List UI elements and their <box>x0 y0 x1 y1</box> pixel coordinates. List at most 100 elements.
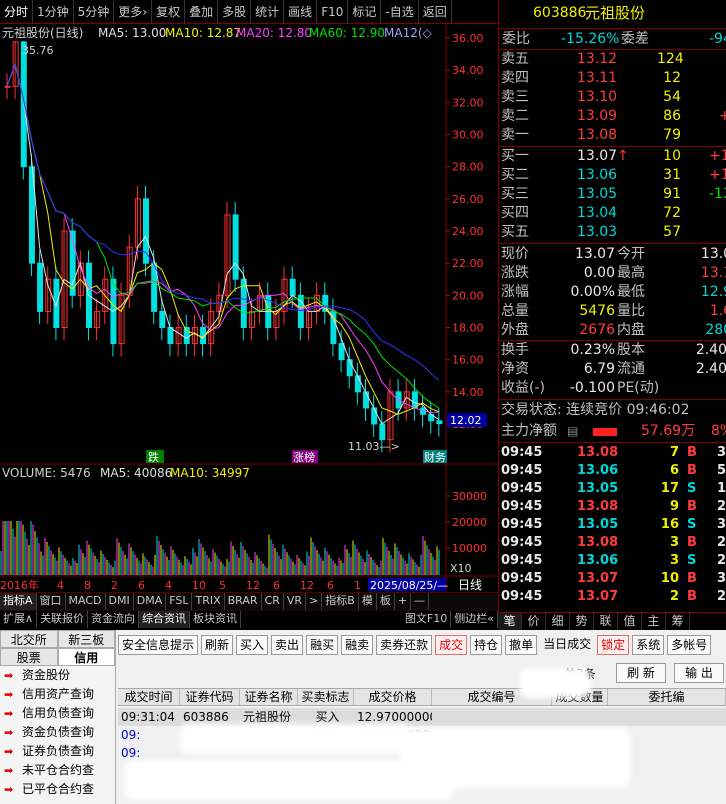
table-header-2[interactable]: 证券名称 <box>240 689 298 705</box>
indicator-tab-0[interactable]: 指标A <box>0 593 37 610</box>
nav-item-2[interactable]: ➡ 信用负债查询 <box>0 704 115 723</box>
quote-tab-4[interactable]: 联 <box>594 613 618 630</box>
stat-label: 最高 <box>617 265 645 281</box>
trade-button-8[interactable]: 持仓 <box>470 635 503 655</box>
toolbar-item-7[interactable]: 统计 <box>251 0 285 24</box>
info-tab-4[interactable]: 板块资讯 <box>190 611 242 628</box>
sell-volume: 124 <box>657 51 684 67</box>
tab-neeq[interactable]: 新三板 <box>57 630 115 648</box>
toolbar-item-2[interactable]: 5分钟 <box>74 0 115 24</box>
toolbar-item-8[interactable]: 画线 <box>284 0 318 24</box>
quote-tab-6[interactable]: 主 <box>642 613 666 630</box>
indicator-tab-12[interactable]: 模 <box>359 593 377 610</box>
news-badge-2[interactable]: 涨榜 <box>293 450 315 464</box>
indicator-tab-14[interactable]: + <box>395 593 412 610</box>
nav-item-label: 已平仓合约查 <box>22 782 95 796</box>
tab-bse[interactable]: 北交所 <box>0 630 58 648</box>
indicator-tab-11[interactable]: 指标B <box>322 593 359 610</box>
toolbar-item-9[interactable]: F10 <box>317 0 349 24</box>
trade-button-12[interactable]: 系统 <box>632 635 665 655</box>
indicator-tab-7[interactable]: BRAR <box>225 593 262 610</box>
table-header-0[interactable]: 成交时间 <box>118 689 180 705</box>
toolbar-item-4[interactable]: 复权 <box>152 0 186 24</box>
indicator-tab-15[interactable]: — <box>411 593 430 610</box>
indicator-tab-8[interactable]: CR <box>262 593 284 610</box>
refresh-list-button[interactable]: 刷 新 <box>616 663 666 683</box>
trade-button-2[interactable]: 买入 <box>236 635 269 655</box>
trade-button-0[interactable]: 安全信息提示 <box>118 635 199 655</box>
buy-label: 买四 <box>501 205 529 221</box>
table-header-3[interactable]: 买卖标志 <box>298 689 354 705</box>
tick-volume: 6 <box>669 463 679 478</box>
info-tab-2[interactable]: 资金流向 <box>88 611 140 628</box>
trade-button-3[interactable]: 卖出 <box>271 635 304 655</box>
indicator-tab-9[interactable]: VR <box>284 593 307 610</box>
trade-button-7[interactable]: 成交 <box>435 635 468 655</box>
indicator-tab-1[interactable]: 窗口 <box>37 593 66 610</box>
toolbar-item-5[interactable]: 叠加 <box>185 0 219 24</box>
trade-button-9[interactable]: 撤单 <box>505 635 538 655</box>
table-header-7[interactable]: 委托编 <box>608 689 726 705</box>
indicator-tab-5[interactable]: FSL <box>166 593 193 610</box>
trade-button-4[interactable]: 融买 <box>306 635 339 655</box>
tick-price: 13.07 <box>577 589 619 604</box>
quote-tab-3[interactable]: 势 <box>570 613 594 630</box>
toolbar-item-0[interactable]: 分时 <box>0 0 34 24</box>
trade-button-13[interactable]: 多帐号 <box>667 635 712 655</box>
info-tab-5[interactable]: 图文F10 <box>402 611 452 628</box>
news-badge-3[interactable]: 财务 <box>424 450 446 464</box>
tab-credit[interactable]: 信用 <box>57 648 115 666</box>
buy-price: 13.05 <box>577 186 618 202</box>
kline-chart[interactable]: 36.00 34.00 32.00 30.00 28.00 26.00 24.00 22.00… <box>0 24 498 592</box>
list-icon[interactable]: ▤ <box>567 422 578 441</box>
tab-stock[interactable]: 股票 <box>0 648 58 666</box>
toolbar-item-10[interactable]: 标记 <box>348 0 382 24</box>
toolbar-item-3[interactable]: 更多› <box>114 0 153 24</box>
buy-volume: 57 <box>663 224 681 240</box>
arrow-right-icon: ➡ <box>4 726 14 739</box>
toolbar-item-1[interactable]: 1分钟 <box>33 0 74 24</box>
weibi-value: -15.26% <box>561 31 620 47</box>
table-header-1[interactable]: 证券代码 <box>180 689 240 705</box>
nav-item-6[interactable]: ➡ 已平仓合约查 <box>0 780 115 799</box>
table-header-4[interactable]: 成交价格 <box>354 689 432 705</box>
period-button[interactable]: 日线 <box>458 578 482 592</box>
indicator-tab-10[interactable]: > <box>306 593 323 610</box>
quote-tab-0[interactable]: 笔 <box>498 613 522 630</box>
trade-button-5[interactable]: 融卖 <box>341 635 374 655</box>
stat-value: 5476 <box>579 303 615 319</box>
indicator-tab-3[interactable]: DMI <box>106 593 134 610</box>
indicator-tab-6[interactable]: TRIX <box>192 593 225 610</box>
nav-item-0[interactable]: ➡ 资金股份 <box>0 666 115 685</box>
output-button[interactable]: 输 出 <box>674 663 724 683</box>
arrow-right-icon: ➡ <box>4 707 14 720</box>
quote-tab-1[interactable]: 价 <box>522 613 546 630</box>
quote-tab-2[interactable]: 细 <box>546 613 570 630</box>
nav-item-1[interactable]: ➡ 信用资产查询 <box>0 685 115 704</box>
indicator-tab-2[interactable]: MACD <box>66 593 106 610</box>
tick-side: S <box>687 517 697 532</box>
trade-button-1[interactable]: 刷新 <box>201 635 234 655</box>
quote-tab-7[interactable]: 筹 <box>666 613 690 630</box>
price-axis-label: 32.00 <box>452 96 484 109</box>
trade-button-6[interactable]: 卖券还款 <box>376 635 433 655</box>
trade-button-10[interactable]: 当日成交 <box>540 635 594 655</box>
nav-item-4[interactable]: ➡ 证券负债查询 <box>0 742 115 761</box>
info-tab-3[interactable]: 综合资讯 <box>139 611 191 628</box>
info-tab-1[interactable]: 关联报价 <box>37 611 89 628</box>
toolbar-item-11[interactable]: -自选 <box>381 0 419 24</box>
info-tab-0[interactable]: 扩展∧ <box>0 611 38 628</box>
info-tab-6[interactable]: 侧边栏« <box>451 611 498 628</box>
nav-item-5[interactable]: ➡ 未平仓合约查 <box>0 761 115 780</box>
toolbar-item-12[interactable]: 返回 <box>419 0 452 24</box>
news-badge-1[interactable]: 跌 <box>148 450 159 464</box>
toolbar-item-6[interactable]: 多股 <box>218 0 252 24</box>
nav-item-3[interactable]: ➡ 资金负债查询 <box>0 723 115 742</box>
indicator-tab-13[interactable]: 板 <box>377 593 395 610</box>
quote-tab-5[interactable]: 值 <box>618 613 642 630</box>
tick-volume: 10 <box>660 571 679 586</box>
trade-button-11[interactable]: 锁定 <box>597 635 630 655</box>
stat-value: 13.07 <box>574 246 615 262</box>
candle-body <box>371 407 378 425</box>
indicator-tab-4[interactable]: DMA <box>134 593 167 610</box>
